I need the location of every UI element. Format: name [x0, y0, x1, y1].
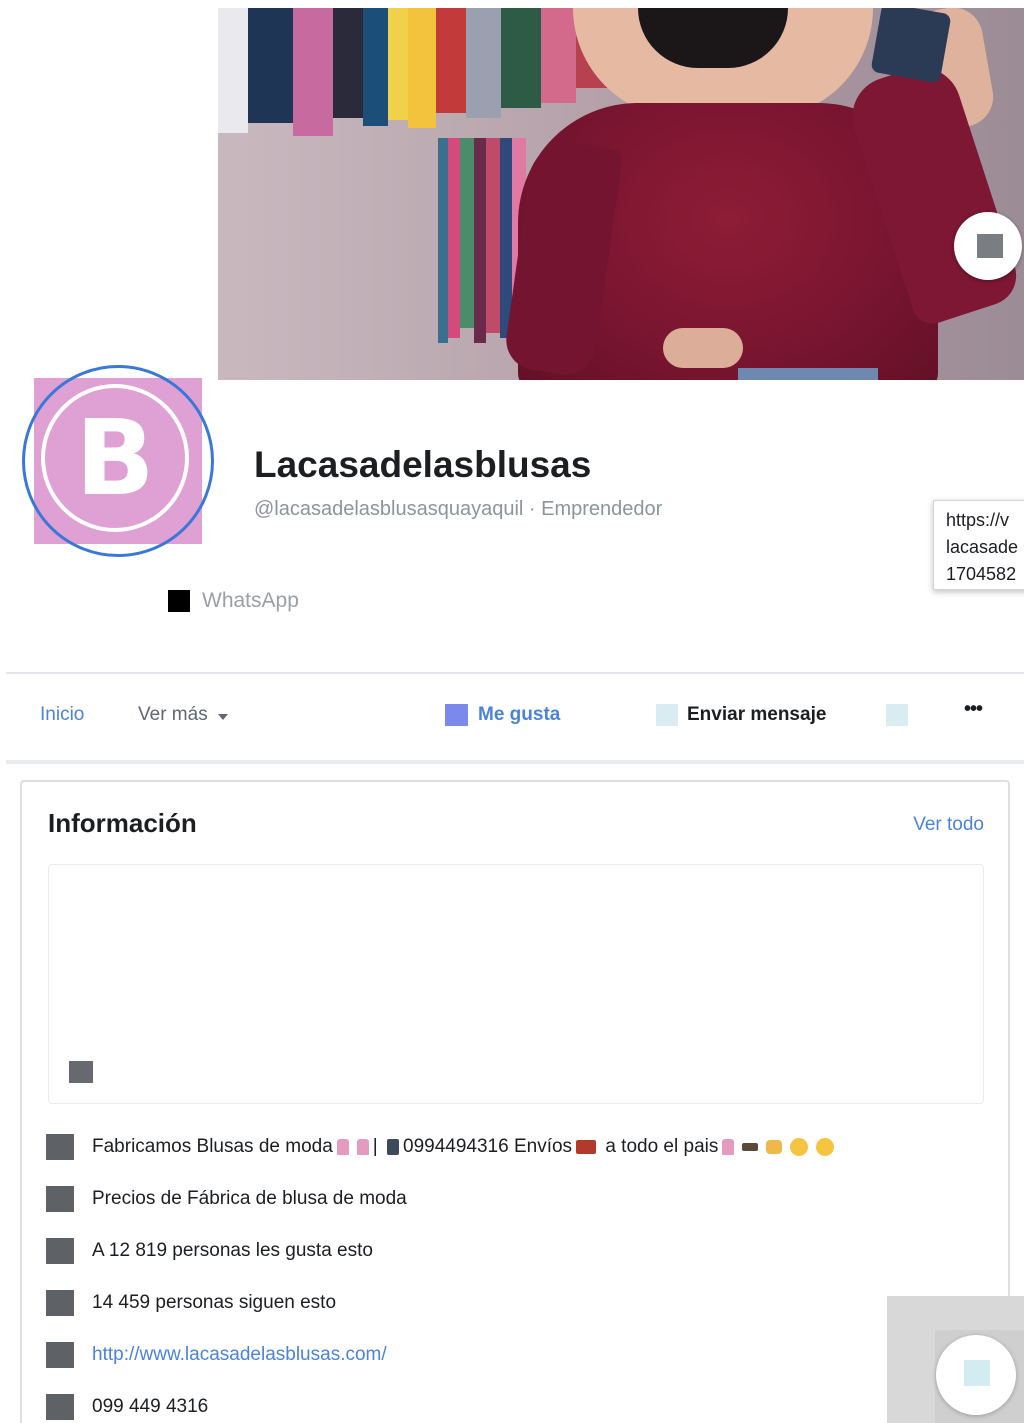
model-jeans	[738, 368, 878, 380]
cover-photo[interactable]	[218, 8, 1024, 380]
truck-emoji-icon	[576, 1139, 597, 1154]
thumbs-up-icon	[445, 704, 468, 726]
shirt-emoji-icon	[336, 1138, 349, 1155]
send-message-button[interactable]: Enviar mensaje	[656, 704, 826, 726]
camera-icon	[977, 234, 1003, 258]
about-text-part: a todo el pais	[605, 1136, 719, 1157]
tab-home[interactable]: Inicio	[40, 704, 84, 726]
chat-icon	[964, 1360, 990, 1386]
page-tab-bar: Inicio Ver más Me gusta Enviar mensaje •…	[0, 674, 1024, 760]
hands-emoji-icon	[766, 1139, 783, 1154]
chat-button[interactable]	[936, 1335, 1016, 1415]
tab-more-label: Ver más	[138, 704, 208, 725]
chevron-down-icon	[217, 713, 228, 720]
globe-icon	[46, 1342, 74, 1368]
tooltip-line: 1704582	[946, 564, 1017, 584]
shirt-emoji-icon	[356, 1138, 369, 1155]
more-options-button[interactable]: •••	[964, 698, 983, 721]
whatsapp-label: WhatsApp	[202, 589, 299, 612]
map-preview[interactable]	[48, 864, 984, 1104]
info-icon	[46, 1134, 74, 1160]
messenger-icon	[656, 704, 678, 726]
list-item: 14 459 personas siguen esto	[46, 1288, 336, 1318]
page-handle-category: @lacasadelasblusasquayaquil · Emprendedo…	[254, 498, 663, 520]
map-pin-icon	[69, 1061, 93, 1083]
facebook-page-profile: B Lacasadelasblusas @lacasadelasblusasqu…	[0, 0, 1024, 1423]
info-card-title: Información	[48, 808, 197, 838]
list-item: Precios de Fábrica de blusa de moda	[46, 1184, 407, 1214]
about-text-part: 0994494316 Envíos	[403, 1136, 573, 1157]
followers-count-text: 14 459 personas siguen esto	[92, 1292, 337, 1313]
send-message-label: Enviar mensaje	[687, 704, 827, 725]
avatar-focus-ring	[22, 365, 214, 557]
phone-icon	[46, 1394, 74, 1420]
url-tooltip: https://v lacasade 1704582	[933, 500, 1024, 590]
about-text-part: |	[372, 1136, 383, 1157]
page-title[interactable]: Lacasadelasblusas	[254, 444, 591, 486]
about-text-part: Fabricamos Blusas de moda	[92, 1136, 333, 1157]
wink-emoji-icon	[816, 1137, 835, 1156]
tab-more[interactable]: Ver más	[138, 704, 228, 726]
cover-camera-button[interactable]	[954, 212, 1022, 280]
like-button[interactable]: Me gusta	[445, 704, 560, 726]
list-item: Fabricamos Blusas de moda | 0994494316 En…	[46, 1132, 838, 1162]
model-hand	[663, 328, 743, 368]
see-all-link[interactable]: Ver todo	[913, 814, 984, 836]
tooltip-line: lacasade	[946, 537, 1019, 557]
like-label: Me gusta	[478, 704, 561, 725]
divider	[6, 760, 1024, 764]
followers-icon	[46, 1290, 74, 1316]
phone-emoji-icon	[387, 1138, 399, 1155]
list-item: 099 449 4316	[46, 1392, 208, 1422]
secondary-action-icon[interactable]	[886, 704, 908, 726]
info-card: Información Ver todo Fabricamos Blusas d…	[20, 780, 1010, 1423]
about-text: Fabricamos Blusas de moda | 0994494316 En…	[92, 1136, 838, 1158]
website-link[interactable]: http://www.lacasadelasblusas.com/	[92, 1344, 387, 1366]
like-count-icon	[46, 1238, 74, 1264]
bar-emoji-icon	[742, 1142, 759, 1151]
model-phone	[870, 8, 952, 84]
description-text: Precios de Fábrica de blusa de moda	[92, 1188, 407, 1209]
list-item: http://www.lacasadelasblusas.com/	[46, 1340, 387, 1370]
shirt-emoji-icon	[722, 1138, 735, 1155]
list-item: A 12 819 personas les gusta esto	[46, 1236, 373, 1266]
whatsapp-icon	[168, 590, 190, 612]
tooltip-line: https://v	[946, 510, 1010, 530]
smile-emoji-icon	[790, 1137, 809, 1156]
tag-icon	[46, 1186, 74, 1212]
phone-number[interactable]: 099 449 4316	[92, 1396, 208, 1418]
whatsapp-button[interactable]: WhatsApp	[168, 589, 299, 613]
likes-count-text: A 12 819 personas les gusta esto	[92, 1240, 373, 1261]
